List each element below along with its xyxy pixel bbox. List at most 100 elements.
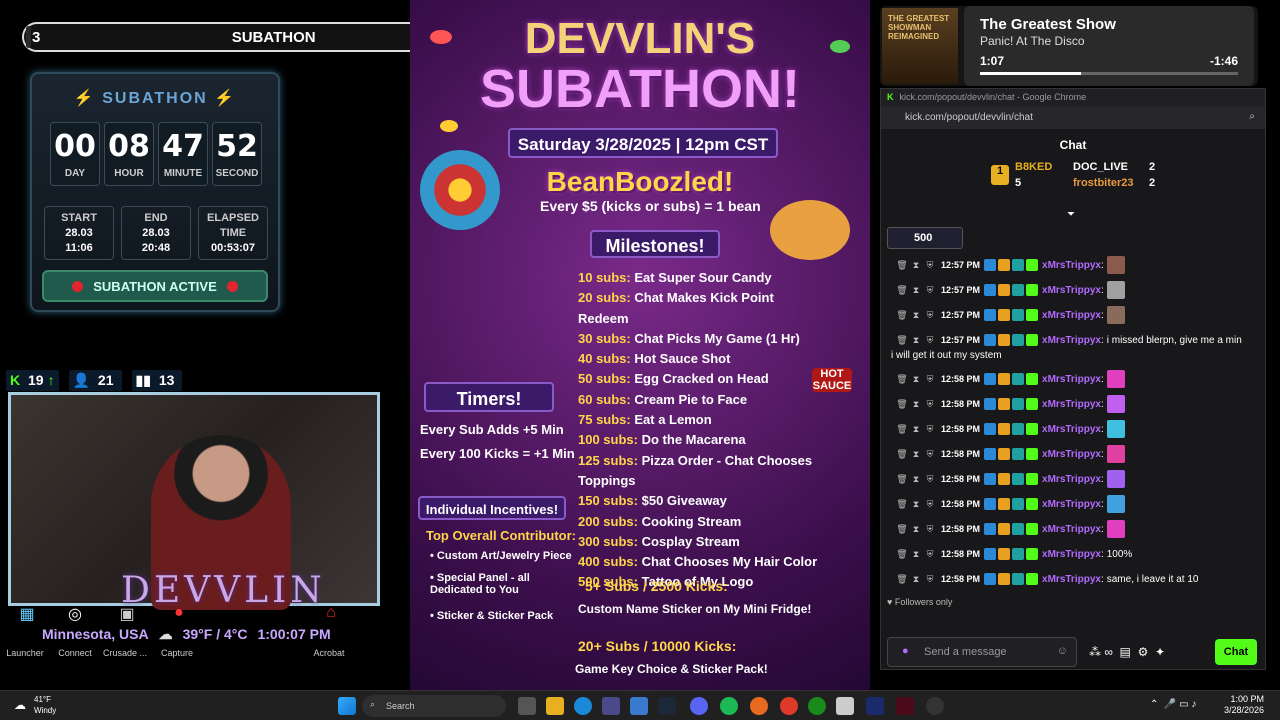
shield-icon[interactable]: ⛨ [923, 499, 937, 510]
edge-icon[interactable] [574, 697, 592, 715]
chat-message[interactable]: 🗑 ⧗ ⛨ 12:58 PM xMrsTrippyx: [881, 369, 1265, 389]
pinned-goal[interactable]: 500 [887, 227, 963, 249]
chat-message[interactable]: 🗑 ⧗ ⛨ 12:57 PM xMrsTrippyx: [881, 305, 1265, 325]
start-icon[interactable] [338, 697, 356, 715]
crusade-icon[interactable]: ▣ [114, 604, 140, 626]
chat-username[interactable]: xMrsTrippyx [1042, 260, 1101, 271]
delete-icon[interactable]: 🗑 [895, 310, 909, 321]
delete-icon[interactable]: 🗑 [895, 374, 909, 385]
chat-username[interactable]: xMrsTrippyx [1042, 549, 1101, 560]
timeout-icon[interactable]: ⧗ [909, 260, 923, 271]
chat-message[interactable]: 🗑 ⧗ ⛨ 12:58 PM xMrsTrippyx: [881, 469, 1265, 489]
delete-icon[interactable]: 🗑 [895, 335, 909, 346]
mic-icon[interactable]: ● [902, 645, 909, 657]
file-explorer-icon[interactable] [546, 697, 564, 715]
emoji-icon[interactable]: ☺ [1057, 645, 1068, 657]
chat-message[interactable]: 🗑 ⧗ ⛨ 12:58 PM xMrsTrippyx: [881, 494, 1265, 514]
send-chat-button[interactable]: Chat [1215, 639, 1257, 665]
chat-message[interactable]: 🗑 ⧗ ⛨ 12:58 PM xMrsTrippyx: same, i leave it … [881, 569, 1265, 589]
timeout-icon[interactable]: ⧗ [909, 285, 923, 296]
shield-icon[interactable]: ⛨ [923, 335, 937, 346]
desktop-label-capture[interactable]: Capture [152, 648, 202, 658]
timeout-icon[interactable]: ⧗ [909, 474, 923, 485]
shield-icon[interactable]: ⛨ [923, 449, 937, 460]
timeout-icon[interactable]: ⧗ [909, 424, 923, 435]
delete-icon[interactable]: 🗑 [895, 499, 909, 510]
chat-username[interactable]: xMrsTrippyx [1042, 335, 1101, 346]
chat-message[interactable]: 🗑 ⧗ ⛨ 12:57 PM xMrsTrippyx: [881, 280, 1265, 300]
desktop-label-crusade[interactable]: Crusade ... [100, 648, 150, 658]
shield-icon[interactable]: ⛨ [923, 310, 937, 321]
timeout-icon[interactable]: ⧗ [909, 449, 923, 460]
app-icon[interactable] [836, 697, 854, 715]
timeout-icon[interactable]: ⧗ [909, 549, 923, 560]
launcher-icon[interactable]: ▦ [14, 604, 40, 626]
delete-icon[interactable]: 🗑 [895, 449, 909, 460]
chat-username[interactable]: xMrsTrippyx [1042, 474, 1101, 485]
chat-username[interactable]: xMrsTrippyx [1042, 449, 1101, 460]
discord-icon[interactable] [690, 697, 708, 715]
shield-icon[interactable]: ⛨ [923, 574, 937, 585]
timeout-icon[interactable]: ⧗ [909, 499, 923, 510]
indesign-icon[interactable] [896, 697, 914, 715]
shield-icon[interactable]: ⛨ [923, 474, 937, 485]
capture-icon[interactable]: ● [166, 604, 192, 626]
address-bar[interactable]: kick.com/popout/devvlin/chat ⌕ [881, 107, 1265, 129]
shield-icon[interactable]: ⛨ [923, 374, 937, 385]
chat-username[interactable]: xMrsTrippyx [1042, 399, 1101, 410]
chat-username[interactable]: xMrsTrippyx [1042, 499, 1101, 510]
chat-message[interactable]: 🗑 ⧗ ⛨ 12:58 PM xMrsTrippyx: [881, 519, 1265, 539]
chat-message-input[interactable]: ● Send a message ☺ [887, 637, 1077, 667]
chat-message[interactable]: 🗑 ⧗ ⛨ 12:58 PM xMrsTrippyx: [881, 444, 1265, 464]
timeout-icon[interactable]: ⧗ [909, 574, 923, 585]
timeout-icon[interactable]: ⧗ [909, 335, 923, 346]
taskbar-clock[interactable]: 1:00 PM 3/28/2026 [1224, 694, 1264, 716]
shield-icon[interactable]: ⛨ [923, 549, 937, 560]
photos-icon[interactable] [630, 697, 648, 715]
delete-icon[interactable]: 🗑 [895, 474, 909, 485]
chat-username[interactable]: xMrsTrippyx [1042, 524, 1101, 535]
chat-message[interactable]: 🗑 ⧗ ⛨ 12:58 PM xMrsTrippyx: [881, 394, 1265, 414]
expand-chevron-icon[interactable]: ⏷ [1067, 209, 1075, 220]
shield-icon[interactable]: ⛨ [923, 524, 937, 535]
leader-1-name[interactable]: B8KED [1015, 161, 1052, 173]
timeout-icon[interactable]: ⧗ [909, 399, 923, 410]
timeout-icon[interactable]: ⧗ [909, 374, 923, 385]
chat-message[interactable]: 🗑 ⧗ ⛨ 12:58 PM xMrsTrippyx: [881, 419, 1265, 439]
shield-icon[interactable]: ⛨ [923, 260, 937, 271]
leader-2-name[interactable]: DOC_LIVE [1073, 161, 1128, 173]
store-icon[interactable] [602, 697, 620, 715]
delete-icon[interactable]: 🗑 [895, 424, 909, 435]
chat-username[interactable]: xMrsTrippyx [1042, 574, 1101, 585]
shield-icon[interactable]: ⛨ [923, 424, 937, 435]
chrome-icon[interactable] [780, 697, 798, 715]
taskbar-search[interactable]: ⌕ Search [362, 695, 506, 717]
search-icon[interactable]: ⌕ [1249, 111, 1255, 122]
task-view-icon[interactable] [518, 697, 536, 715]
delete-icon[interactable]: 🗑 [895, 524, 909, 535]
spotify-icon[interactable] [720, 697, 738, 715]
shield-icon[interactable]: ⛨ [923, 285, 937, 296]
delete-icon[interactable]: 🗑 [895, 260, 909, 271]
desktop-label-launcher[interactable]: Launcher [0, 648, 50, 658]
shield-icon[interactable]: ⛨ [923, 399, 937, 410]
delete-icon[interactable]: 🗑 [895, 285, 909, 296]
chat-username[interactable]: xMrsTrippyx [1042, 310, 1101, 321]
weather-widget[interactable]: 41°F Windy [34, 694, 56, 716]
obs-icon[interactable] [926, 697, 944, 715]
leader-3-name[interactable]: frostbiter23 [1073, 177, 1134, 189]
desktop-label-connect[interactable]: Connect [50, 648, 100, 658]
chat-username[interactable]: xMrsTrippyx [1042, 424, 1101, 435]
chat-tools-icons[interactable]: ⁂ ∞ ▤ ⚙ ✦ [1089, 645, 1165, 659]
timeout-icon[interactable]: ⧗ [909, 524, 923, 535]
desktop-label-acrobat[interactable]: Acrobat [304, 648, 354, 658]
xbox-icon[interactable] [808, 697, 826, 715]
delete-icon[interactable]: 🗑 [895, 549, 909, 560]
chat-username[interactable]: xMrsTrippyx [1042, 374, 1101, 385]
acrobat-icon[interactable]: ⌂ [318, 604, 344, 626]
chat-username[interactable]: xMrsTrippyx [1042, 285, 1101, 296]
system-tray-icons[interactable]: ⌃ 🎤 ▭ ♪ [1150, 699, 1196, 710]
photoshop-icon[interactable] [866, 697, 884, 715]
delete-icon[interactable]: 🗑 [895, 574, 909, 585]
chat-message[interactable]: 🗑 ⧗ ⛨ 12:58 PM xMrsTrippyx:100% [881, 544, 1265, 564]
